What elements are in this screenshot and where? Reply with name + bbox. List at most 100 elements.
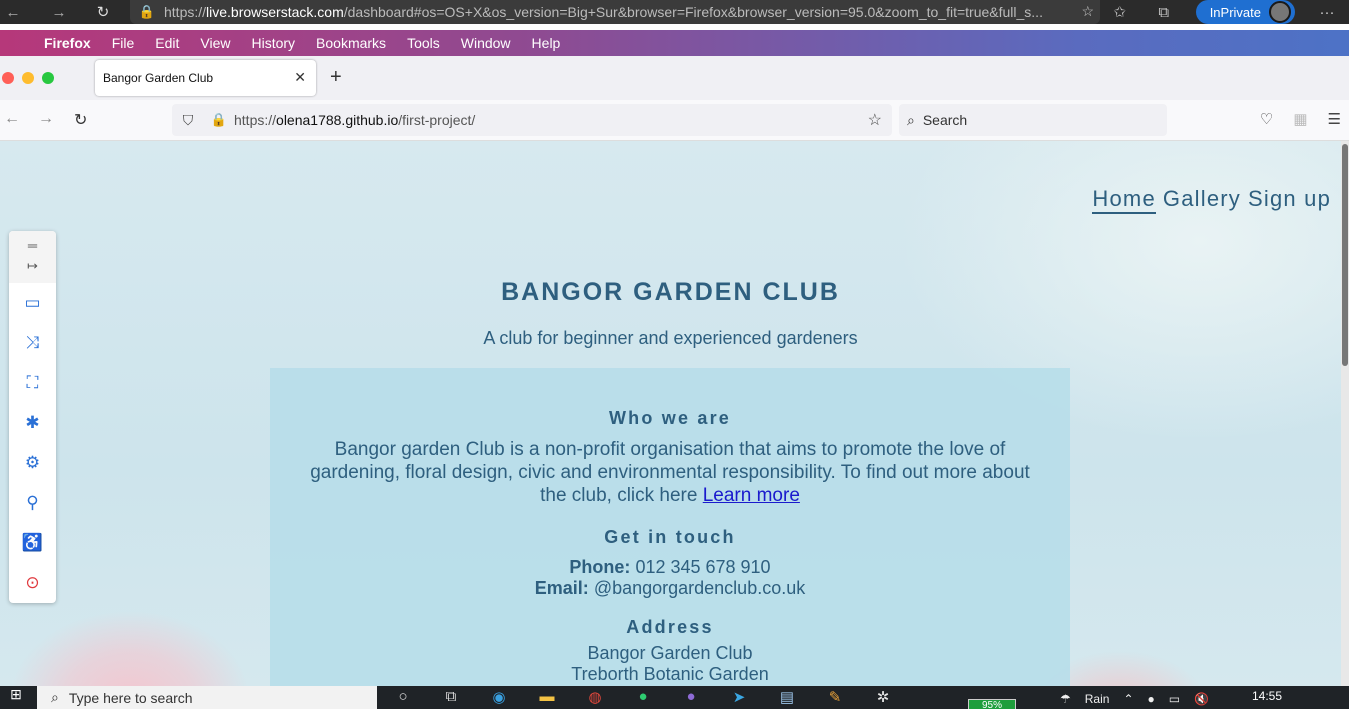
edge-reload-icon[interactable]: ↻ — [90, 0, 116, 24]
volume-muted-icon[interactable]: 🔇 — [1194, 692, 1209, 706]
edge-back-icon[interactable]: ← — [0, 0, 26, 24]
accessibility-icon[interactable]: ♿ — [9, 523, 56, 563]
menu-app-name[interactable]: Firefox — [44, 35, 91, 51]
page-scrollbar[interactable] — [1341, 141, 1349, 686]
window-controls — [2, 72, 54, 84]
battery-icon[interactable]: ▭ — [1169, 692, 1180, 706]
close-window-button[interactable] — [2, 72, 14, 84]
site-nav: Home Gallery Sign up — [1092, 186, 1331, 214]
viber-icon[interactable]: ● — [678, 688, 704, 706]
menu-window[interactable]: Window — [461, 35, 511, 51]
page-subtitle: A club for beginner and experienced gard… — [483, 328, 858, 348]
address-line-1: Bangor Garden Club — [587, 643, 753, 663]
shield-icon[interactable]: ⛉ — [172, 112, 204, 129]
weather-label[interactable]: Rain — [1085, 692, 1110, 706]
file-explorer-icon[interactable]: ▬ — [534, 688, 560, 706]
menu-bookmarks[interactable]: Bookmarks — [316, 35, 386, 51]
switch-device-icon[interactable]: ▭ — [9, 283, 56, 323]
menu-file[interactable]: File — [112, 35, 135, 51]
search-icon: ⌕ — [907, 111, 915, 128]
edge-forward-icon[interactable]: → — [46, 0, 72, 24]
who-we-are-text: Bangor garden Club is a non-profit organ… — [270, 438, 1070, 507]
weather-icon[interactable]: ☂ — [1060, 692, 1071, 706]
phone-line: Phone: 012 345 678 910 — [270, 557, 1070, 578]
task-view-icon[interactable]: ⧉ — [438, 688, 464, 706]
menu-history[interactable]: History — [251, 35, 295, 51]
windows-taskbar: ⊞ ⌕ Type here to search ○ ⧉ ◉ ▬ ◍ ● ● ➤ … — [0, 686, 1349, 709]
settings-gear-icon[interactable]: ⚙ — [9, 443, 56, 483]
menu-edit[interactable]: Edit — [155, 35, 179, 51]
pocket-icon[interactable]: ♡ — [1260, 110, 1273, 128]
back-icon[interactable]: ← — [4, 110, 20, 128]
start-icon[interactable]: ⊞ — [0, 686, 32, 709]
new-tab-icon[interactable]: + — [330, 66, 342, 89]
telegram-icon[interactable]: ➤ — [726, 688, 752, 706]
url-host: olena1788.github.io — [276, 112, 399, 128]
bookmark-star-icon[interactable]: ☆ — [868, 110, 882, 130]
clock[interactable]: 14:55 — [1252, 689, 1282, 703]
scrollbar-thumb[interactable] — [1342, 144, 1348, 366]
notepad-icon[interactable]: ▤ — [774, 688, 800, 706]
edge-url-prefix: https:// — [164, 4, 207, 20]
reload-icon[interactable]: ↻ — [74, 110, 87, 130]
paint-icon[interactable]: ✎ — [822, 688, 848, 706]
location-pin-icon[interactable]: ⚲ — [9, 483, 56, 523]
minimize-window-button[interactable] — [22, 72, 34, 84]
collapse-toolbar-icon[interactable]: ↦ — [9, 256, 56, 276]
phone-value: 012 345 678 910 — [635, 557, 771, 577]
who-text: Bangor garden Club is a non-profit organ… — [310, 439, 1030, 506]
stop-session-icon[interactable]: ⊙ — [9, 563, 56, 603]
tray-app-icon[interactable]: ● — [1148, 692, 1155, 706]
tab-title: Bangor Garden Club — [103, 71, 214, 85]
bug-icon[interactable]: ✱ — [9, 403, 56, 443]
tray-chevron-icon[interactable]: ⌃ — [1123, 692, 1133, 706]
search-icon: ⌕ — [51, 689, 59, 705]
who-we-are-heading: Who we are — [608, 408, 732, 428]
zoom-window-button[interactable] — [42, 72, 54, 84]
learn-more-link[interactable]: Learn more — [703, 485, 800, 506]
extensions-icon[interactable]: ▦ — [1293, 110, 1307, 128]
get-in-touch-heading: Get in touch — [604, 527, 736, 547]
collections-icon[interactable]: ⧉ — [1142, 4, 1186, 21]
search-input[interactable]: ⌕ Search — [899, 104, 1167, 136]
more-options-icon[interactable]: ··· — [1305, 4, 1349, 21]
menu-view[interactable]: View — [200, 35, 230, 51]
edge-app-icon[interactable]: ◉ — [486, 688, 512, 706]
menu-tools[interactable]: Tools — [407, 35, 440, 51]
nav-signup-link[interactable]: Sign up — [1248, 186, 1331, 214]
close-tab-icon[interactable]: ✕ — [294, 69, 306, 86]
forward-icon[interactable]: → — [38, 110, 54, 128]
edge-url-host: live.browserstack.com — [206, 4, 344, 20]
url-prefix: https:// — [234, 112, 277, 128]
browserstack-toolbar: ═ ↦ ▭ ⤨ ⛶ ✱ ⚙ ⚲ ♿ ⊙ — [9, 231, 56, 603]
firefox-address-bar[interactable]: ⛉ 🔒 https://olena1788.github.io/first-pr… — [172, 104, 892, 136]
web-page: Home Gallery Sign up BANGOR GARDEN CLUB … — [0, 141, 1341, 686]
address-line-2: Treborth Botanic Garden — [571, 664, 769, 684]
email-line: Email: @bangorgardenclub.co.uk — [270, 578, 1070, 599]
nav-gallery-link[interactable]: Gallery — [1163, 186, 1241, 214]
firefox-tab-strip: Bangor Garden Club ✕ + — [0, 56, 1349, 100]
inprivate-button[interactable]: InPrivate — [1195, 0, 1295, 24]
chrome-icon[interactable]: ◍ — [582, 688, 608, 706]
battery-indicator[interactable]: 95% — [968, 699, 1016, 709]
drag-handle-icon[interactable]: ═ — [9, 236, 56, 256]
add-favorite-icon[interactable]: ☆ — [1081, 3, 1094, 20]
taskbar-search-input[interactable]: ⌕ Type here to search — [37, 686, 377, 709]
favorites-icon[interactable]: ✩ — [1098, 3, 1142, 21]
url-path: /first-project/ — [398, 112, 476, 128]
avatar — [1269, 1, 1291, 23]
shuffle-icon[interactable]: ⤨ — [9, 323, 56, 363]
slack-icon[interactable]: ✲ — [870, 688, 896, 706]
edge-address-bar[interactable]: 🔒 https://live.browserstack.com/dashboar… — [130, 0, 1100, 24]
hamburger-menu-icon[interactable]: ☰ — [1328, 110, 1341, 128]
page-title: BANGOR GARDEN CLUB — [501, 278, 840, 306]
tab-bangor-garden-club[interactable]: Bangor Garden Club ✕ — [95, 60, 316, 96]
menu-help[interactable]: Help — [532, 35, 561, 51]
toolbar-handle[interactable]: ═ ↦ — [9, 231, 56, 283]
cortana-icon[interactable]: ○ — [390, 688, 416, 706]
nav-home-link[interactable]: Home — [1092, 186, 1156, 214]
whatsapp-icon[interactable]: ● — [630, 688, 656, 706]
resolution-icon[interactable]: ⛶ — [9, 363, 56, 403]
lock-icon[interactable]: 🔒 — [204, 112, 234, 128]
taskbar-search-placeholder: Type here to search — [68, 689, 193, 706]
